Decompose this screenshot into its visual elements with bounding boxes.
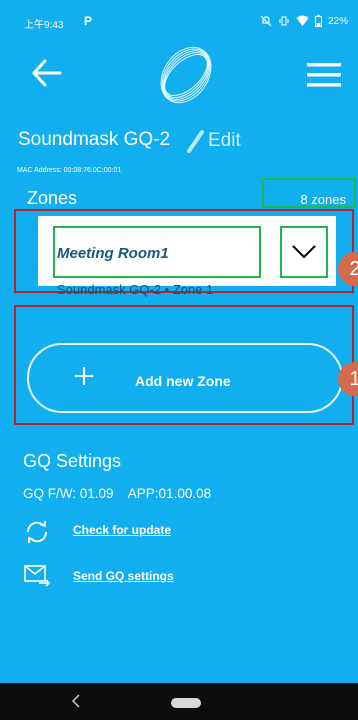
nav-home-pill[interactable] [171,698,201,708]
chevron-down-icon [292,245,316,259]
hamburger-menu-icon[interactable] [306,60,342,90]
ring-logo-icon [160,46,212,104]
app-screen: 上午9:43 P 22% Soundmask GQ-2 Edit MAC Add… [0,0,358,720]
send-settings-link[interactable]: Send GQ settings [73,569,174,583]
vibrate-icon [279,16,289,26]
arrow-left-icon[interactable] [30,56,64,90]
battery-percent: 22% [327,15,348,27]
gq-versions: GQ F/W: 01.09 APP:01.00.08 [23,486,212,501]
mute-icon [260,15,272,27]
check-update-link[interactable]: Check for update [73,523,171,537]
zone-name[interactable]: Meeting Room1 [57,245,169,262]
mac-address: MAC Address: 00:08:76:0C:00:01 [17,167,122,174]
device-name: Soundmask GQ-2 [18,129,171,150]
status-app-icon: P [84,14,93,28]
zone-subtitle: Soundmask GQ-2 • Zone 1 [57,282,214,297]
nav-back-icon[interactable] [70,693,82,709]
pencil-icon [187,130,204,153]
send-mail-icon[interactable] [23,562,51,588]
refresh-icon[interactable] [23,518,51,546]
gq-settings-title: GQ Settings [23,451,122,471]
status-time: 上午9:43 [24,20,64,31]
status-bar: 上午9:43 P 22% [0,0,358,44]
edit-button[interactable]: Edit [186,129,241,153]
status-icons: 22% [260,15,348,27]
edit-label: Edit [208,130,241,151]
add-zone-label: Add new Zone [135,373,231,389]
battery-icon [314,15,322,27]
zones-count: 8 zones [262,178,356,208]
wifi-icon [296,15,309,26]
zones-title: Zones [27,188,78,208]
zone-expand-button[interactable] [280,226,328,278]
plus-icon [75,367,93,385]
